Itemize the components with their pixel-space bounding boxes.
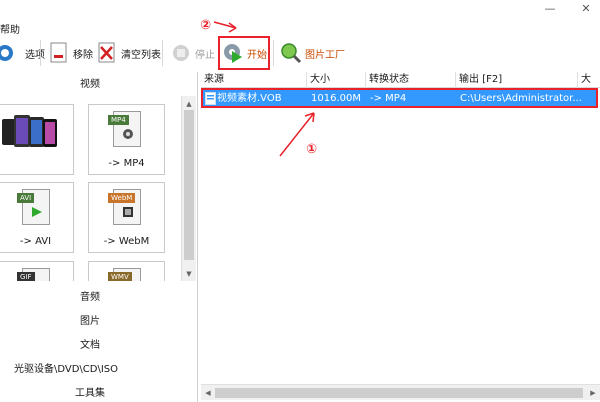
annotation-arrows [213, 21, 315, 157]
arrow-to-start [213, 21, 237, 33]
arrow-to-row [279, 112, 315, 157]
